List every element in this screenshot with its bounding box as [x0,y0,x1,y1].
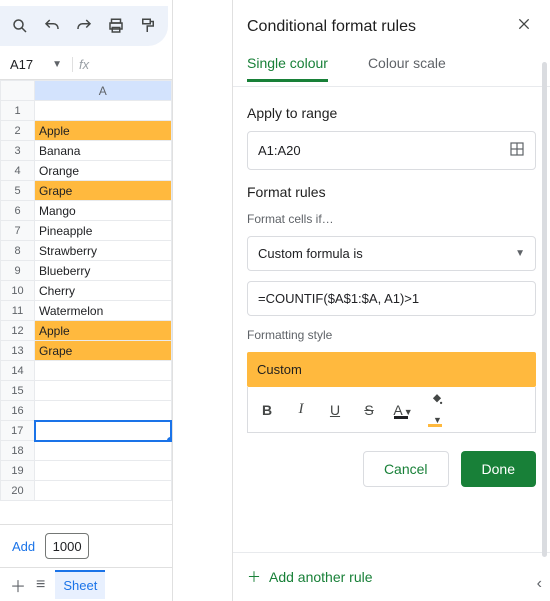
cell[interactable]: Apple [35,121,172,141]
tab-single-colour[interactable]: Single colour [247,49,328,82]
range-value: A1:A20 [258,143,301,158]
cell[interactable]: Watermelon [35,301,172,321]
italic-button[interactable]: I [290,401,312,418]
undo-icon[interactable] [38,12,66,40]
conditional-format-panel: Conditional format rules Single colour C… [232,0,550,601]
sheet-tab-bar: ＋ ≡ Sheet [0,567,172,601]
namebox-row: A17 ▼ fx [0,50,172,80]
cell[interactable]: Grape [35,181,172,201]
spreadsheet-area: A17 ▼ fx A 12Apple3Banana4Orange5Grape6M… [0,0,173,601]
add-rows-count[interactable]: 1000 [45,533,89,559]
cancel-button[interactable]: Cancel [363,451,449,487]
name-box[interactable]: A17 ▼ [6,55,66,74]
cell[interactable] [35,421,172,441]
panel-actions: Cancel Done [247,451,536,487]
cell[interactable] [35,441,172,461]
text-color-button[interactable]: A▼ [392,402,414,418]
scrollbar[interactable] [542,62,547,557]
underline-button[interactable]: U [324,402,346,418]
cell[interactable]: Orange [35,161,172,181]
row-header[interactable]: 7 [1,221,35,241]
range-input[interactable]: A1:A20 [247,131,536,170]
cell[interactable]: Blueberry [35,261,172,281]
strikethrough-button[interactable]: S [358,402,380,418]
row-header[interactable]: 10 [1,281,35,301]
cell[interactable]: Banana [35,141,172,161]
cell[interactable]: Strawberry [35,241,172,261]
cell[interactable] [35,381,172,401]
cell[interactable] [35,101,172,121]
chevron-left-icon[interactable]: ‹ [537,575,542,593]
row-header[interactable]: 12 [1,321,35,341]
row-header[interactable]: 4 [1,161,35,181]
fill-color-button[interactable]: ▼ [426,393,448,426]
bold-button[interactable]: B [256,402,278,418]
cell[interactable] [35,401,172,421]
style-preview[interactable]: Custom [247,352,536,387]
panel-body: Apply to range A1:A20 Format rules Forma… [233,87,550,552]
chevron-down-icon: ▼ [515,248,525,259]
add-rows-button[interactable]: Add [12,539,35,554]
panel-tabs: Single colour Colour scale [233,49,550,87]
condition-select[interactable]: Custom formula is ▼ [247,236,536,271]
row-header[interactable]: 6 [1,201,35,221]
formula-bar-fx: fx [72,57,89,72]
row-header[interactable]: 19 [1,461,35,481]
chevron-down-icon: ▼ [52,59,62,70]
cell[interactable]: Grape [35,341,172,361]
row-header[interactable]: 2 [1,121,35,141]
row-header[interactable]: 14 [1,361,35,381]
add-sheet-icon[interactable]: ＋ [10,573,26,597]
plus-icon: ＋ [247,567,261,587]
add-another-rule[interactable]: ＋ Add another rule [233,552,550,601]
row-header[interactable]: 15 [1,381,35,401]
toolbar [0,6,168,46]
add-rows-bar: Add 1000 [0,524,172,567]
add-another-rule-label: Add another rule [269,569,373,585]
row-header[interactable]: 16 [1,401,35,421]
done-button[interactable]: Done [461,451,536,487]
format-rules-label: Format rules [247,184,536,200]
cell-grid[interactable]: A 12Apple3Banana4Orange5Grape6Mango7Pine… [0,80,172,524]
cell[interactable]: Cherry [35,281,172,301]
sheet-tab[interactable]: Sheet [55,570,105,599]
panel-title: Conditional format rules [247,18,416,36]
cell[interactable] [35,481,172,501]
search-icon[interactable] [6,12,34,40]
row-header[interactable]: 3 [1,141,35,161]
corner-header[interactable] [1,81,35,101]
close-icon[interactable] [516,16,532,37]
style-toolbar: B I U S A▼ ▼ [247,387,536,433]
format-cells-if-label: Format cells if… [247,212,536,226]
row-header[interactable]: 11 [1,301,35,321]
print-icon[interactable] [102,12,130,40]
cell[interactable]: Apple [35,321,172,341]
row-header[interactable]: 13 [1,341,35,361]
cell[interactable] [35,361,172,381]
cell[interactable] [35,461,172,481]
row-header[interactable]: 8 [1,241,35,261]
paint-format-icon[interactable] [134,12,162,40]
name-box-value: A17 [10,57,33,72]
row-header[interactable]: 5 [1,181,35,201]
row-header[interactable]: 17 [1,421,35,441]
all-sheets-icon[interactable]: ≡ [36,576,45,594]
condition-value: Custom formula is [258,246,363,261]
tab-colour-scale[interactable]: Colour scale [368,49,446,82]
row-header[interactable]: 9 [1,261,35,281]
redo-icon[interactable] [70,12,98,40]
panel-header: Conditional format rules [233,0,550,49]
apply-range-label: Apply to range [247,105,536,121]
cell[interactable]: Pineapple [35,221,172,241]
row-header[interactable]: 18 [1,441,35,461]
cell[interactable]: Mango [35,201,172,221]
row-header[interactable]: 20 [1,481,35,501]
select-range-icon[interactable] [509,141,525,160]
col-header-A[interactable]: A [35,81,172,101]
row-header[interactable]: 1 [1,101,35,121]
formula-input[interactable]: =COUNTIF($A$1:$A, A1)>1 [247,281,536,316]
formula-value: =COUNTIF($A$1:$A, A1)>1 [258,291,419,306]
formatting-style-label: Formatting style [247,328,536,342]
